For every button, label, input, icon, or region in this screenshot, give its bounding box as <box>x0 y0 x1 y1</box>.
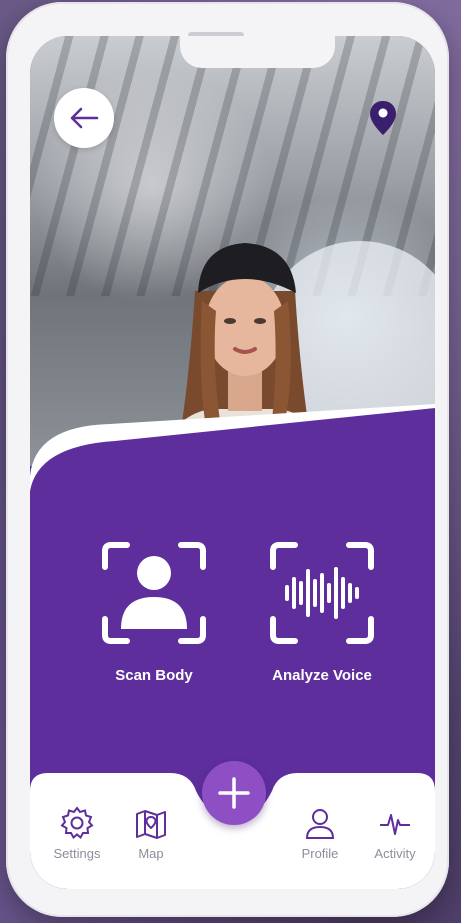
nav-settings-label: Settings <box>53 846 101 861</box>
app-screen: Scan Body Analyze Voice Settings Map Pro… <box>30 36 435 889</box>
nav-profile[interactable]: Profile <box>285 806 355 861</box>
nav-activity[interactable]: Activity <box>360 806 430 861</box>
user-icon <box>305 809 335 839</box>
scan-body-button[interactable]: Scan Body <box>84 541 224 684</box>
voice-waveform-icon <box>269 541 375 645</box>
plus-icon <box>218 777 250 809</box>
scan-body-icon <box>101 541 207 645</box>
back-button[interactable] <box>54 88 114 148</box>
phone-frame: Scan Body Analyze Voice Settings Map Pro… <box>6 2 449 917</box>
phone-notch <box>180 36 335 68</box>
map-pin-icon[interactable] <box>369 100 397 136</box>
add-button[interactable] <box>202 761 266 825</box>
analyze-voice-button[interactable]: Analyze Voice <box>252 541 392 684</box>
nav-map[interactable]: Map <box>116 806 186 861</box>
analyze-voice-label: Analyze Voice <box>272 667 372 684</box>
nav-map-label: Map <box>138 846 164 861</box>
scan-body-label: Scan Body <box>115 667 193 684</box>
arrow-left-icon <box>70 107 99 129</box>
pulse-icon <box>380 814 410 835</box>
map-icon <box>136 810 166 839</box>
gear-icon <box>60 806 94 840</box>
nav-settings[interactable]: Settings <box>42 806 112 861</box>
nav-profile-label: Profile <box>301 846 339 861</box>
nav-activity-label: Activity <box>374 846 416 861</box>
